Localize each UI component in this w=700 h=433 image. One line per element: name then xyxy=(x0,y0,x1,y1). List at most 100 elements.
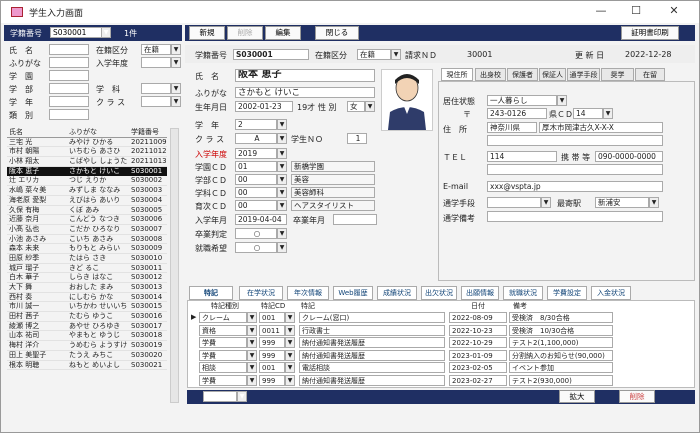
zip-field[interactable]: 243-0126 xyxy=(487,108,547,119)
tab-3[interactable]: 保証人 xyxy=(539,68,566,81)
close-form-button[interactable]: 閉じる xyxy=(315,26,359,40)
commute-note-field[interactable] xyxy=(487,211,663,222)
chevron-down-icon[interactable]: ▼ xyxy=(365,101,375,112)
grid-cd-cell[interactable]: 999 xyxy=(259,374,285,386)
grid-remark-cell[interactable]: テスト2(930,000) xyxy=(509,374,613,386)
list-item[interactable]: 小髙 弘也 こだか ひろなり S030007 xyxy=(7,225,167,235)
bottom-tab-0[interactable]: 特記 xyxy=(189,286,233,300)
grid-date-cell[interactable]: 2023-02-05 xyxy=(449,362,507,373)
student-id-search[interactable]: S030001 xyxy=(50,27,102,38)
list-item[interactable]: 海老原 愛梨 えびはら あいり S030004 xyxy=(7,196,167,206)
bottom-select[interactable] xyxy=(203,391,237,402)
chevron-down-icon[interactable]: ▼ xyxy=(285,362,295,373)
list-item[interactable]: 綾瀬 博之 あやせ ひろゆき S030017 xyxy=(7,322,167,332)
chevron-down-icon[interactable]: ▼ xyxy=(277,133,287,144)
chevron-down-icon[interactable]: ▼ xyxy=(285,374,295,386)
grid-note-cell[interactable]: 電話相談 xyxy=(299,362,445,373)
delete-button[interactable]: 削除 xyxy=(227,26,263,40)
close-button[interactable]: ✕ xyxy=(659,4,689,17)
chevron-down-icon[interactable]: ▼ xyxy=(277,174,287,185)
grid-type-cell[interactable]: 学費 xyxy=(199,349,247,361)
entry-field[interactable]: 2019-04-04 xyxy=(235,214,287,225)
grid-remark-cell[interactable]: テスト2(1,100,000) xyxy=(509,337,613,348)
chevron-down-icon[interactable]: ▼ xyxy=(247,324,257,336)
student-id-field[interactable]: S030001 xyxy=(233,49,309,60)
bottom-tab-3[interactable]: Web履歴 xyxy=(333,286,373,300)
list-item[interactable]: 山本 祐司 やまもと ゆうじ S030018 xyxy=(7,331,167,342)
chevron-down-icon[interactable]: ▼ xyxy=(171,57,181,68)
edit-button[interactable]: 編集 xyxy=(265,26,301,40)
tab-5[interactable]: 奨学 xyxy=(601,68,634,81)
bottom-tab-7[interactable]: 就職状況 xyxy=(503,286,543,300)
sno-field[interactable]: 1 xyxy=(347,133,367,144)
tab-1[interactable]: 出身校 xyxy=(475,68,506,81)
bottom-tab-6[interactable]: 出願情報 xyxy=(461,286,499,300)
grid-date-cell[interactable]: 2022-10-29 xyxy=(449,337,507,348)
expand-button[interactable]: 拡大 xyxy=(559,390,595,403)
chevron-down-icon[interactable]: ▼ xyxy=(247,374,257,386)
bottom-tab-2[interactable]: 年次情報 xyxy=(287,286,329,300)
grid-note-cell[interactable]: 納付通知書発送履歴 xyxy=(299,374,445,386)
filter-field-2[interactable] xyxy=(141,57,171,68)
filter-field-2[interactable] xyxy=(141,96,171,107)
major-cd-field[interactable]: 00 xyxy=(235,187,277,198)
grid-cd-cell[interactable]: 001 xyxy=(259,312,285,323)
chevron-down-icon[interactable]: ▼ xyxy=(557,95,567,106)
chevron-down-icon[interactable]: ▼ xyxy=(277,148,287,159)
list-item[interactable]: 小池 あさみ こいち あさみ S030008 xyxy=(7,235,167,245)
address-city-field[interactable]: 厚木市岡津古久X-X-X xyxy=(539,122,663,133)
list-item[interactable]: 梅村 洋介 うめむら ようすけ S030019 xyxy=(7,341,167,351)
name-field[interactable]: 阪本 恵子 xyxy=(235,69,375,82)
tab-6[interactable]: 在留 xyxy=(635,68,665,81)
campus-name-field[interactable]: 新橋学園 xyxy=(291,161,375,172)
course-cd-field[interactable]: 00 xyxy=(235,200,277,211)
grid-type-cell[interactable]: 学費 xyxy=(199,337,247,348)
minimize-button[interactable]: — xyxy=(586,4,616,17)
course-name-field[interactable]: ヘアスタイリスト xyxy=(291,200,375,211)
chevron-down-icon[interactable]: ▼ xyxy=(285,337,295,348)
filter-field-2[interactable]: 在籍 xyxy=(141,44,171,55)
bottom-tab-1[interactable]: 在学状況 xyxy=(239,286,283,300)
tab-2[interactable]: 保護者 xyxy=(507,68,538,81)
dob-field[interactable]: 2002-01-23 xyxy=(235,101,293,112)
chevron-down-icon[interactable]: ▼ xyxy=(171,44,181,55)
list-item[interactable]: 近藤 奈月 こんどう なつき S030006 xyxy=(7,215,167,225)
chevron-down-icon[interactable]: ▼ xyxy=(237,391,247,402)
grad-field[interactable] xyxy=(333,214,377,225)
tel-field[interactable]: 114 xyxy=(487,151,557,162)
chevron-down-icon[interactable]: ▼ xyxy=(391,49,401,60)
bottom-tab-5[interactable]: 出欠状況 xyxy=(421,286,457,300)
chevron-down-icon[interactable]: ▼ xyxy=(649,197,659,208)
grade-field[interactable]: 2 xyxy=(235,119,277,130)
chevron-down-icon[interactable]: ▼ xyxy=(285,312,295,323)
list-item[interactable]: 根本 明聴 ねもと めいよし S030021 xyxy=(7,361,167,371)
filter-field[interactable] xyxy=(49,70,89,81)
filter-field[interactable] xyxy=(49,44,89,55)
grid-date-cell[interactable]: 2023-02-27 xyxy=(449,374,507,386)
grid-delete-button[interactable]: 削除 xyxy=(619,390,655,403)
grid-date-cell[interactable]: 2023-01-09 xyxy=(449,349,507,361)
list-item[interactable]: 田上 美聖子 たうえ みちこ S030020 xyxy=(7,351,167,361)
list-item[interactable]: 市川 誠一 いちかわ せいいち S030015 xyxy=(7,302,167,313)
filter-field-2[interactable] xyxy=(141,83,171,94)
chevron-down-icon[interactable]: ▼ xyxy=(277,187,287,198)
filter-field[interactable] xyxy=(49,83,89,94)
year-field[interactable]: 2019 xyxy=(235,148,277,159)
filter-field[interactable] xyxy=(49,57,89,68)
grid-type-cell[interactable]: 資格 xyxy=(199,324,247,336)
grid-date-cell[interactable]: 2022-10-23 xyxy=(449,324,507,336)
kana-field[interactable]: さかもと けいこ xyxy=(235,87,375,98)
grid-cd-cell[interactable]: 0011 xyxy=(259,324,285,336)
list-scrollbar[interactable] xyxy=(170,128,179,403)
list-item[interactable]: 久保 有梅 くぼ あみ S030005 xyxy=(7,206,167,216)
commute-field[interactable] xyxy=(487,197,541,208)
list-item[interactable]: 大下 舞 おおした まみ S030013 xyxy=(7,283,167,293)
chevron-down-icon[interactable]: ▼ xyxy=(247,362,257,373)
chevron-down-icon[interactable]: ▼ xyxy=(541,197,551,208)
major-name-field[interactable]: 美容師科 xyxy=(291,187,375,198)
filter-field[interactable] xyxy=(49,96,89,107)
new-button[interactable]: 新規 xyxy=(189,26,225,40)
bottom-tab-4[interactable]: 成績状況 xyxy=(377,286,417,300)
dept-cd-field[interactable]: 00 xyxy=(235,174,277,185)
grid-type-cell[interactable]: 相談 xyxy=(199,362,247,373)
